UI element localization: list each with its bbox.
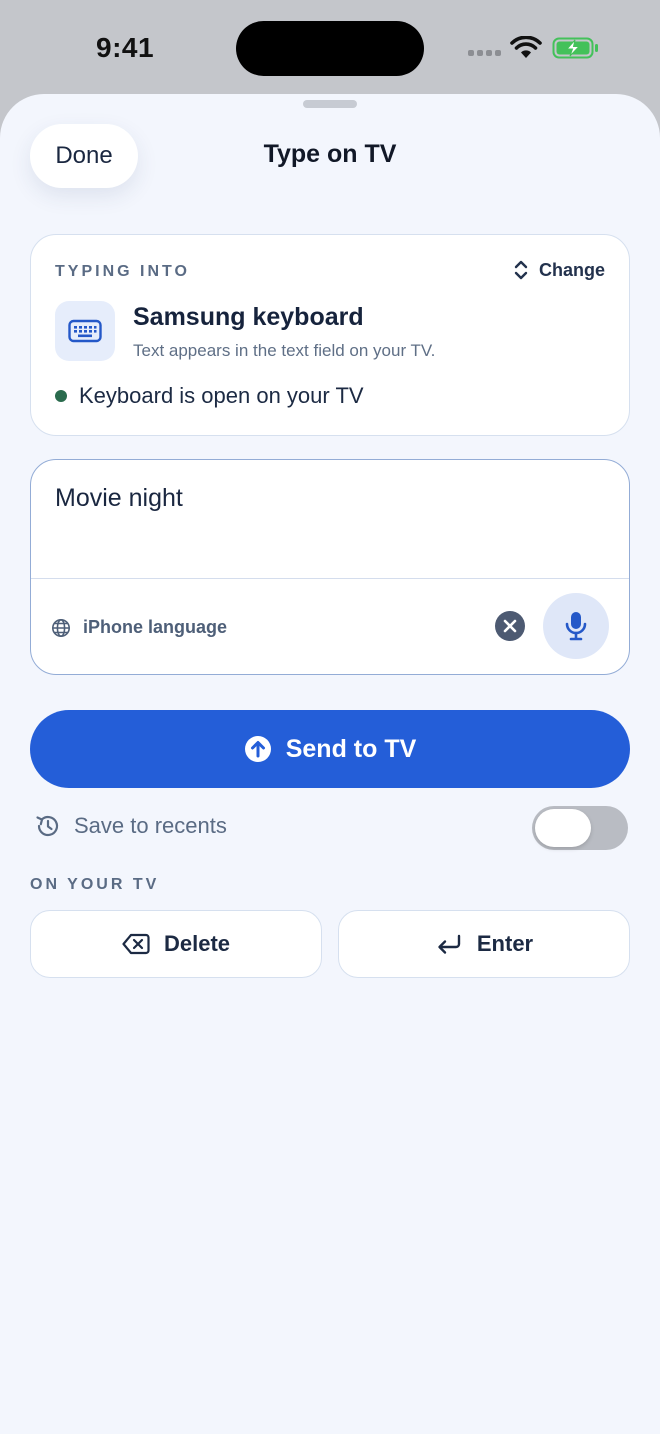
send-label: Send to TV bbox=[285, 734, 417, 763]
save-to-recents-row: Save to recents bbox=[34, 812, 227, 840]
keyboard-icon bbox=[68, 319, 102, 343]
enter-label: Enter bbox=[476, 931, 534, 956]
status-time: 9:41 bbox=[96, 32, 155, 63]
globe-icon bbox=[52, 618, 70, 637]
text-input-card: iPhone language bbox=[30, 459, 630, 675]
wifi-icon bbox=[510, 36, 542, 58]
backspace-icon bbox=[122, 933, 150, 955]
target-device-description: Text appears in the text field on your T… bbox=[133, 341, 436, 360]
keyboard-language-selector[interactable]: iPhone language bbox=[51, 617, 227, 638]
sheet-grabber[interactable] bbox=[303, 100, 357, 108]
status-bar: 9:41 bbox=[0, 0, 660, 96]
language-label: iPhone language bbox=[83, 617, 228, 637]
microphone-icon bbox=[565, 612, 587, 641]
close-icon bbox=[503, 619, 517, 633]
keyboard-tile bbox=[55, 301, 115, 361]
type-on-tv-sheet: Done Type on TV TYPING INTO Change Samsu… bbox=[0, 94, 660, 1434]
save-to-recents-toggle[interactable] bbox=[532, 806, 628, 850]
on-your-tv-label: ON YOUR TV bbox=[30, 876, 160, 893]
history-icon bbox=[36, 815, 59, 837]
change-button[interactable]: Change bbox=[513, 259, 605, 281]
dictation-button[interactable] bbox=[543, 593, 609, 659]
toggle-knob bbox=[535, 809, 591, 847]
done-button[interactable]: Done bbox=[30, 124, 138, 188]
cellular-signal-icon bbox=[468, 50, 501, 56]
status-dot bbox=[55, 390, 67, 402]
save-to-recents-label: Save to recents bbox=[74, 813, 227, 838]
send-to-tv-button[interactable]: Send to TV bbox=[30, 710, 630, 788]
page-title: Type on TV bbox=[263, 140, 397, 168]
delete-label: Delete bbox=[163, 931, 231, 956]
keyboard-status: Keyboard is open on your TV bbox=[55, 383, 364, 409]
typing-into-label: TYPING INTO bbox=[55, 263, 190, 280]
dynamic-island bbox=[236, 21, 424, 76]
tv-text-input[interactable] bbox=[31, 460, 629, 578]
target-device-name: Samsung keyboard bbox=[133, 303, 364, 331]
input-divider bbox=[31, 578, 629, 579]
typing-into-card: TYPING INTO Change Samsung keyboard Text… bbox=[30, 234, 630, 436]
delete-button[interactable]: Delete bbox=[30, 910, 322, 978]
arrow-up-circle-icon bbox=[244, 736, 271, 762]
keyboard-status-text: Keyboard is open on your TV bbox=[79, 383, 364, 408]
enter-button[interactable]: Enter bbox=[338, 910, 630, 978]
return-icon bbox=[438, 934, 461, 954]
chevron-up-down-icon bbox=[514, 260, 528, 280]
clear-text-button[interactable] bbox=[495, 611, 525, 641]
battery-charging-icon bbox=[552, 37, 598, 59]
change-label: Change bbox=[538, 259, 605, 280]
